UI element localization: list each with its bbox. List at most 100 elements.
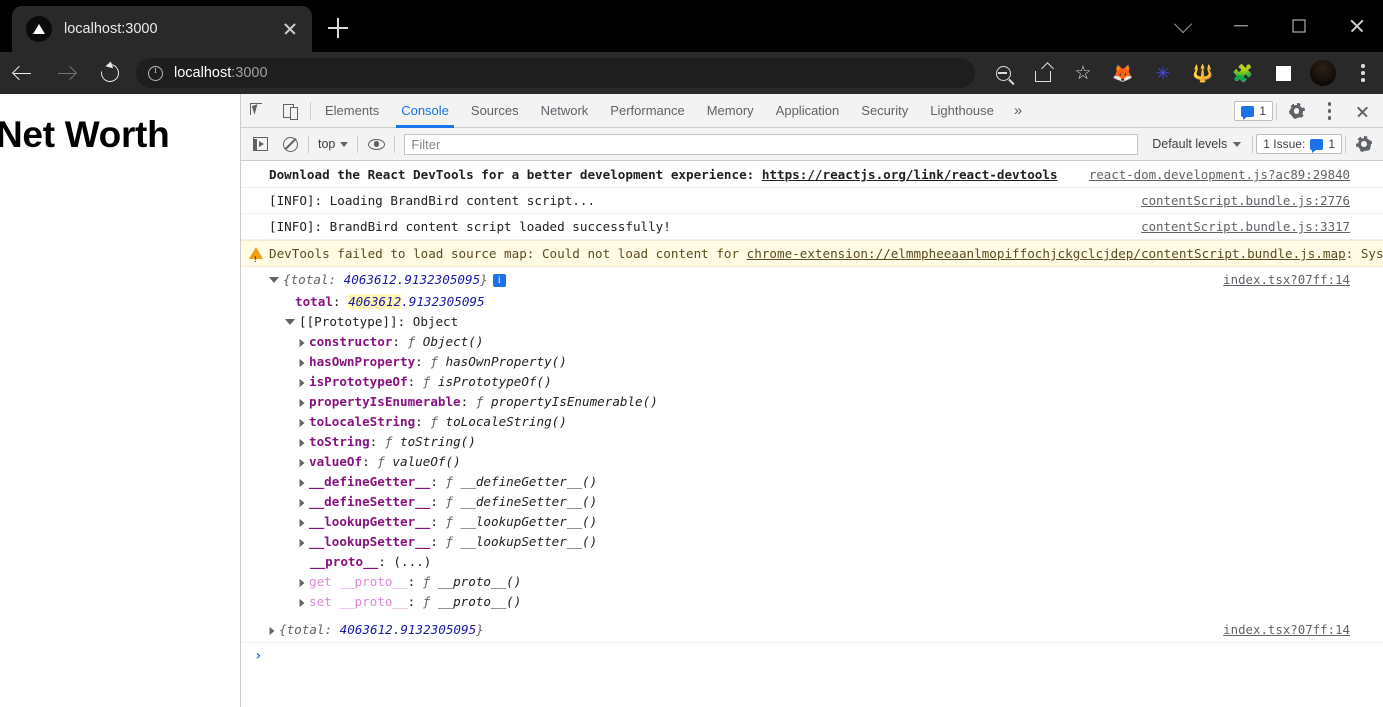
- message-text: Download the React DevTools for a better…: [269, 167, 762, 182]
- console-prompt[interactable]: ›: [241, 643, 1383, 673]
- tab-console[interactable]: Console: [390, 94, 460, 128]
- devtools-close-icon[interactable]: [1346, 94, 1379, 128]
- console-message-react-devtools[interactable]: Download the React DevTools for a better…: [241, 162, 1383, 188]
- source-link[interactable]: index.tsx?07ff:14: [1223, 620, 1350, 639]
- filter-input[interactable]: Filter: [404, 133, 1139, 155]
- chevron-down-icon[interactable]: [1160, 0, 1206, 52]
- prototype-property[interactable]: propertyIsEnumerable: ƒ propertyIsEnumer…: [299, 392, 1383, 412]
- expand-triangle-icon[interactable]: [299, 358, 305, 367]
- console-object-collapsed[interactable]: {total: 4063612.9132305095} index.tsx?07…: [241, 617, 1383, 643]
- prototype-property[interactable]: hasOwnProperty: ƒ hasOwnProperty(): [299, 352, 1383, 372]
- more-tabs-icon[interactable]: »: [1005, 94, 1031, 128]
- issues-chip[interactable]: 1 Issue: 1: [1256, 134, 1342, 154]
- prototype-accessor[interactable]: get __proto__: ƒ __proto__(): [299, 572, 1383, 592]
- metamask-extension-icon[interactable]: 🦊: [1103, 52, 1143, 94]
- tab-application[interactable]: Application: [765, 94, 851, 128]
- inspect-element-icon[interactable]: [241, 94, 274, 128]
- expand-triangle-icon[interactable]: [299, 398, 305, 407]
- console-message-source-map-warning[interactable]: DevTools failed to load source map: Coul…: [241, 240, 1383, 269]
- expand-triangle-icon[interactable]: [299, 378, 305, 387]
- source-link[interactable]: contentScript.bundle.js:2776: [1141, 191, 1350, 210]
- share-icon[interactable]: [1023, 52, 1063, 94]
- expand-triangle-icon[interactable]: [299, 538, 305, 547]
- prototype-accessor[interactable]: set __proto__: ƒ __proto__(): [299, 592, 1383, 612]
- expand-triangle-icon[interactable]: [299, 518, 305, 527]
- prototype-property[interactable]: constructor: ƒ Object(): [299, 332, 1383, 352]
- console-message-brandbird-loaded[interactable]: [INFO]: BrandBird content script loaded …: [241, 214, 1383, 240]
- prototype-property[interactable]: valueOf: ƒ valueOf(): [299, 452, 1383, 472]
- info-badge-icon[interactable]: i: [492, 274, 506, 287]
- tab-elements[interactable]: Elements: [314, 94, 390, 128]
- profile-avatar[interactable]: [1303, 52, 1343, 94]
- prototype-property[interactable]: toString: ƒ toString(): [299, 432, 1383, 452]
- source-link[interactable]: index.tsx?07ff:14: [1223, 270, 1350, 289]
- back-arrow-icon[interactable]: [0, 52, 44, 94]
- execution-context-select[interactable]: top: [312, 137, 354, 151]
- reload-icon[interactable]: [88, 52, 132, 94]
- tab-lighthouse[interactable]: Lighthouse: [919, 94, 1005, 128]
- live-expression-icon[interactable]: [361, 131, 391, 157]
- source-link[interactable]: react-dom.development.js?ac89:29840: [1089, 165, 1350, 184]
- page-title: Net Worth: [0, 114, 170, 155]
- console-object-expanded[interactable]: {total: 4063612.9132305095} i index.tsx?0…: [241, 267, 1383, 292]
- brandbird-extension-icon[interactable]: 🔱: [1183, 52, 1223, 94]
- tab-memory[interactable]: Memory: [696, 94, 765, 128]
- expand-triangle-icon[interactable]: [299, 578, 305, 587]
- source-link[interactable]: contentScript.bundle.js:3317: [1141, 217, 1350, 236]
- clear-console-icon[interactable]: [275, 131, 305, 157]
- expand-triangle-icon[interactable]: [299, 458, 305, 467]
- console-message-loading-brandbird[interactable]: [INFO]: Loading BrandBird content script…: [241, 188, 1383, 214]
- expand-triangle-icon[interactable]: [299, 438, 305, 447]
- extensions-puzzle-icon[interactable]: 🧩: [1223, 52, 1263, 94]
- expand-triangle-icon[interactable]: [285, 318, 295, 325]
- window-close-icon[interactable]: [1334, 0, 1380, 52]
- issues-label: 1 Issue:: [1263, 137, 1306, 151]
- prototype-property[interactable]: __lookupGetter__: ƒ __lookupGetter__(): [299, 512, 1383, 532]
- expand-triangle-icon[interactable]: [299, 498, 305, 507]
- object-prototype-row[interactable]: [[Prototype]]: Object: [241, 312, 1383, 332]
- expand-triangle-icon[interactable]: [299, 338, 305, 347]
- side-panel-icon[interactable]: [1263, 52, 1303, 94]
- expand-triangle-icon[interactable]: [269, 626, 275, 635]
- property-name: constructor: [309, 334, 393, 349]
- property-value: __defineSetter__(): [460, 494, 598, 509]
- plus-icon[interactable]: [324, 14, 352, 42]
- expand-triangle-icon[interactable]: [299, 598, 305, 607]
- device-toolbar-icon[interactable]: [274, 94, 307, 128]
- tab-security[interactable]: Security: [850, 94, 919, 128]
- prototype-property[interactable]: __lookupSetter__: ƒ __lookupSetter__(): [299, 532, 1383, 552]
- browser-tab[interactable]: localhost:3000: [12, 6, 312, 52]
- tab-performance[interactable]: Performance: [599, 94, 695, 128]
- zoom-out-icon[interactable]: [983, 52, 1023, 94]
- message-count-badge[interactable]: 1: [1234, 101, 1273, 121]
- react-devtools-link[interactable]: https://reactjs.org/link/react-devtools: [762, 167, 1058, 182]
- page-info-icon[interactable]: [148, 65, 163, 81]
- issues-count: 1: [1328, 137, 1335, 151]
- browser-menu-icon[interactable]: [1343, 52, 1383, 94]
- expand-triangle-icon[interactable]: [299, 418, 305, 427]
- log-levels-select[interactable]: Default levels: [1144, 137, 1249, 151]
- console-settings-icon[interactable]: [1349, 131, 1379, 157]
- warning-icon: [249, 247, 263, 269]
- settings-gear-icon[interactable]: [1280, 94, 1313, 128]
- prototype-property[interactable]: __defineSetter__: ƒ __defineSetter__(): [299, 492, 1383, 512]
- prototype-property[interactable]: isPrototypeOf: ƒ isPrototypeOf(): [299, 372, 1383, 392]
- address-bar[interactable]: localhost:3000: [136, 58, 975, 88]
- tab-sources[interactable]: Sources: [460, 94, 530, 128]
- extension-blue-icon[interactable]: ✳: [1143, 52, 1183, 94]
- expand-triangle-icon[interactable]: [299, 478, 305, 487]
- minimize-icon[interactable]: [1218, 0, 1264, 52]
- devtools-menu-icon[interactable]: [1313, 94, 1346, 128]
- console-message-list[interactable]: Download the React DevTools for a better…: [241, 162, 1383, 707]
- maximize-icon[interactable]: [1276, 0, 1322, 52]
- prototype-property[interactable]: toLocaleString: ƒ toLocaleString(): [299, 412, 1383, 432]
- source-map-link[interactable]: chrome-extension://elmmpheeaanlmopiffoch…: [747, 246, 1346, 261]
- expand-triangle-icon[interactable]: [269, 276, 279, 283]
- bookmark-star-icon[interactable]: ☆: [1063, 52, 1103, 94]
- prototype-property[interactable]: __defineGetter__: ƒ __defineGetter__(): [299, 472, 1383, 492]
- close-icon[interactable]: [278, 17, 302, 41]
- tab-network[interactable]: Network: [530, 94, 600, 128]
- console-sidebar-icon[interactable]: [245, 131, 275, 157]
- divider: [310, 101, 311, 120]
- message-text: [INFO]: BrandBird content script loaded …: [269, 219, 671, 234]
